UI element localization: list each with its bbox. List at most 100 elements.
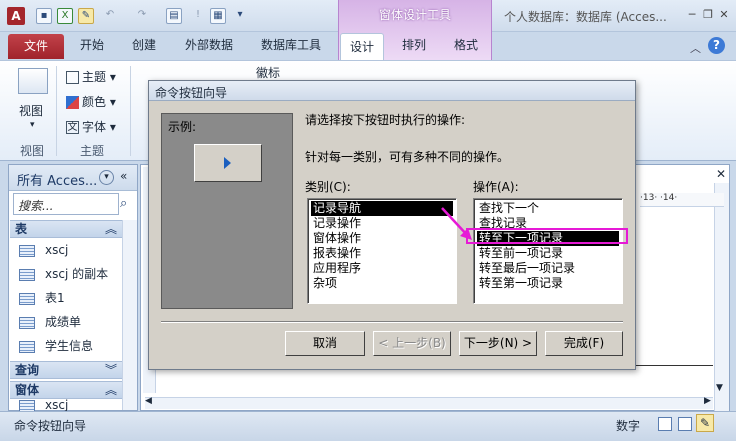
annotation-arrow-icon bbox=[441, 207, 472, 240]
form-vscrollbar[interactable] bbox=[714, 183, 729, 411]
scroll-down-icon[interactable]: ▼ bbox=[716, 383, 723, 393]
section-expand-icon[interactable]: ︾ bbox=[105, 362, 117, 379]
form-hscrollbar[interactable] bbox=[145, 397, 713, 409]
section-collapse-icon[interactable]: ︽ bbox=[105, 221, 117, 238]
restore-button[interactable]: ❐ bbox=[700, 8, 716, 22]
design-view-icon[interactable]: ✎ bbox=[696, 414, 714, 432]
undo-icon[interactable]: ↶ bbox=[102, 8, 118, 24]
list-item[interactable]: 记录操作 bbox=[311, 216, 363, 231]
num-lock-indicator: 数字 bbox=[616, 419, 641, 433]
colors-icon bbox=[66, 96, 79, 109]
scroll-right-icon[interactable]: ▶ bbox=[704, 396, 711, 406]
dialog-hint: 针对每一类别，可有多种不同的操作。 bbox=[305, 150, 510, 164]
table-icon bbox=[19, 268, 35, 281]
group-label-themes: 主题 bbox=[80, 144, 105, 158]
theme-button[interactable]: 主题 ▾ bbox=[66, 68, 116, 85]
table-icon bbox=[19, 316, 35, 329]
table-icon[interactable]: ▦ bbox=[210, 8, 226, 24]
tab-design[interactable]: 设计 bbox=[340, 33, 384, 61]
view-button-label[interactable]: 视图 bbox=[19, 102, 43, 119]
dialog-separator bbox=[161, 321, 623, 323]
tab-format[interactable]: 格式 bbox=[446, 32, 486, 59]
tab-home[interactable]: 开始 bbox=[72, 32, 112, 59]
view-dropdown-icon[interactable]: ▾ bbox=[30, 120, 35, 130]
tab-create[interactable]: 创建 bbox=[124, 32, 164, 59]
contextual-group-label: 窗体设计工具 bbox=[378, 8, 451, 22]
nav-section-tables[interactable]: 表 ︽ bbox=[10, 220, 122, 238]
status-text: 命令按钮向导 bbox=[14, 419, 87, 433]
list-item[interactable]: 窗体操作 bbox=[311, 231, 363, 246]
qat-customize-icon[interactable]: ▾ bbox=[232, 8, 248, 24]
list-item[interactable]: 报表操作 bbox=[311, 246, 363, 261]
nav-item-table[interactable]: 学生信息 bbox=[19, 335, 93, 357]
nav-pane-title: 所有 Acces... bbox=[17, 174, 98, 189]
tab-database-tools[interactable]: 数据库工具 bbox=[254, 32, 328, 59]
view-icon[interactable] bbox=[18, 68, 48, 94]
table-icon bbox=[19, 292, 35, 305]
help-icon[interactable]: ? bbox=[708, 37, 725, 54]
close-button[interactable]: ✕ bbox=[716, 8, 732, 22]
group-separator bbox=[56, 66, 57, 156]
dialog-prompt: 请选择按下按钮时执行的操作: bbox=[305, 113, 466, 127]
back-button[interactable]: < 上一步(B) bbox=[373, 331, 451, 356]
action-listbox[interactable]: 查找下一个 查找记录 转至下一项记录 转至前一项记录 转至最后一项记录 转至第一… bbox=[473, 198, 623, 304]
fonts-icon: 文 bbox=[66, 121, 79, 134]
tab-file[interactable]: 文件 bbox=[8, 34, 64, 59]
save-icon[interactable]: ▪ bbox=[36, 8, 52, 24]
dialog-title: 命令按钮向导 bbox=[155, 86, 228, 100]
list-item[interactable]: 转至前一项记录 bbox=[477, 246, 565, 261]
dialog-title-bar[interactable]: 命令按钮向导 bbox=[149, 81, 635, 101]
list-item[interactable]: 转至最后一项记录 bbox=[477, 261, 577, 276]
tab-external-data[interactable]: 外部数据 bbox=[176, 32, 242, 59]
list-item[interactable]: 查找下一个 bbox=[477, 201, 541, 216]
list-item[interactable]: 应用程序 bbox=[311, 261, 363, 276]
colors-button[interactable]: 颜色 ▾ bbox=[66, 93, 116, 110]
status-bar: 命令按钮向导 数字 ✎ bbox=[0, 411, 736, 441]
next-button[interactable]: 下一步(N) > bbox=[459, 331, 537, 356]
nav-dropdown-icon[interactable]: ▾ bbox=[99, 170, 114, 185]
list-item[interactable]: 杂项 bbox=[311, 276, 339, 291]
search-icon[interactable]: ⌕ bbox=[120, 196, 127, 211]
nav-item-form[interactable]: xscj bbox=[19, 399, 68, 411]
list-item[interactable]: 转至第一项记录 bbox=[477, 276, 565, 291]
nav-item-table[interactable]: xscj 的副本 bbox=[19, 263, 108, 285]
ribbon-collapse-icon[interactable]: ︿ bbox=[690, 40, 701, 56]
action-label: 操作(A): bbox=[473, 180, 519, 194]
nav-section-queries[interactable]: 查询 ︾ bbox=[10, 361, 122, 379]
nav-search-input[interactable]: 搜索... bbox=[13, 193, 119, 215]
window-title: 个人数据库：数据库 (Acces... bbox=[504, 10, 667, 24]
example-label: 示例: bbox=[168, 120, 197, 134]
section-collapse-icon[interactable]: ︽ bbox=[105, 382, 117, 399]
nav-section-forms[interactable]: 窗体 ︽ bbox=[10, 381, 122, 399]
group-separator bbox=[130, 66, 131, 156]
list-item[interactable]: 记录导航 bbox=[311, 201, 453, 216]
finish-button[interactable]: 完成(F) bbox=[545, 331, 623, 356]
navigation-pane: 所有 Acces... ▾ « 搜索... ⌕ 表 ︽ xscj xscj 的副本… bbox=[8, 164, 138, 411]
design-view-icon[interactable]: ✎ bbox=[78, 8, 94, 24]
nav-pane-header[interactable]: 所有 Acces... ▾ « bbox=[9, 165, 137, 191]
form-icon bbox=[19, 399, 35, 411]
nav-item-table[interactable]: xscj bbox=[19, 239, 68, 261]
scroll-left-icon[interactable]: ◀ bbox=[145, 396, 152, 406]
nav-collapse-icon[interactable]: « bbox=[120, 169, 127, 183]
form-view-icon[interactable] bbox=[658, 417, 672, 431]
next-record-icon bbox=[224, 157, 231, 169]
logo-button-label[interactable]: 徽标 bbox=[256, 64, 280, 81]
nav-item-table[interactable]: 成绩单 bbox=[19, 311, 81, 333]
property-sheet-icon[interactable]: ▤ bbox=[166, 8, 182, 24]
nav-item-table[interactable]: 表1 bbox=[19, 287, 65, 309]
layout-view-icon[interactable] bbox=[678, 417, 692, 431]
tab-arrange[interactable]: 排列 bbox=[394, 32, 434, 59]
access-app-icon[interactable]: A bbox=[7, 7, 25, 25]
table-icon bbox=[19, 340, 35, 353]
redo-icon[interactable]: ↷ bbox=[134, 8, 150, 24]
minimize-button[interactable]: ─ bbox=[684, 8, 700, 22]
horizontal-ruler: ·13· ·14· bbox=[640, 193, 724, 207]
exclamation-icon[interactable]: ! bbox=[190, 8, 206, 24]
cancel-button[interactable]: 取消 bbox=[285, 331, 365, 356]
fonts-button[interactable]: 文字体 ▾ bbox=[66, 118, 116, 135]
close-form-icon[interactable]: ✕ bbox=[716, 167, 726, 181]
excel-icon[interactable]: X bbox=[57, 8, 73, 24]
nav-scrollbar[interactable] bbox=[122, 220, 137, 410]
category-listbox[interactable]: 记录导航 记录操作 窗体操作 报表操作 应用程序 杂项 bbox=[307, 198, 457, 304]
